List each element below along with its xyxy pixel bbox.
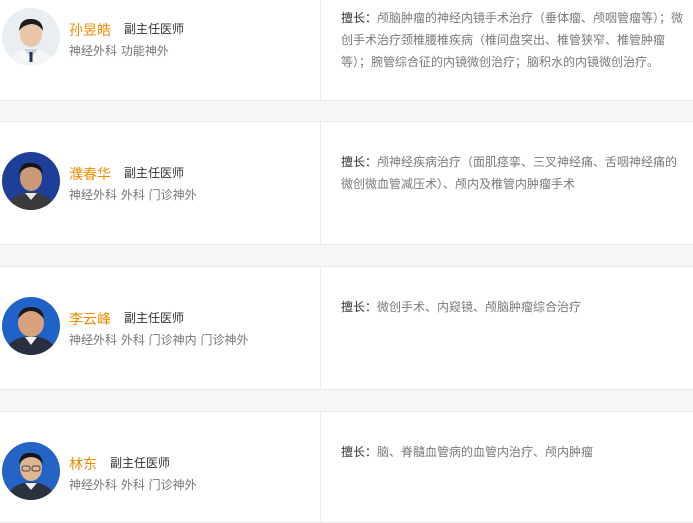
doctor-photo-icon — [2, 442, 60, 500]
doctor-title: 副主任医师 — [124, 22, 185, 36]
doctor-departments: 神经外科 外科 门诊神外 — [69, 188, 197, 202]
specialty-text: 颅神经疾病治疗（面肌痉挛、三叉神经痛、舌咽神经痛的微创微血管减压术）、颅内及椎管… — [341, 155, 678, 191]
doctor-name[interactable]: 孙昱皓 — [69, 20, 111, 40]
doctor-avatar[interactable] — [2, 8, 60, 66]
doctor-name[interactable]: 林东 — [69, 454, 97, 474]
doctor-specialty: 擅长：微创手术、内窥镜、颅脑肿瘤综合治疗 — [341, 296, 686, 318]
doctor-photo-icon — [2, 152, 60, 210]
doctor-card[interactable]: 孙昱皓 副主任医师 神经外科 功能神外 擅长：颅脑肿瘤的神经内镜手术治疗（垂体瘤… — [0, 0, 693, 101]
doctor-card[interactable]: 濮春华 副主任医师 神经外科 外科 门诊神外 擅长：颅神经疾病治疗（面肌痉挛、三… — [0, 121, 693, 245]
card-divider — [320, 0, 321, 100]
doctor-avatar[interactable] — [2, 297, 60, 355]
doctor-title: 副主任医师 — [124, 166, 185, 180]
specialty-text: 颅脑肿瘤的神经内镜手术治疗（垂体瘤、颅咽管瘤等）；微创手术治疗颈椎腰椎疾病（椎间… — [341, 11, 684, 69]
doctor-specialty: 擅长：颅神经疾病治疗（面肌痉挛、三叉神经痛、舌咽神经痛的微创微血管减压术）、颅内… — [341, 151, 686, 195]
doctor-name[interactable]: 李云峰 — [69, 309, 111, 329]
doctor-departments: 神经外科 外科 门诊神外 — [69, 478, 197, 492]
doctor-departments: 神经外科 功能神外 — [69, 44, 169, 58]
specialty-text: 微创手术、内窥镜、颅脑肿瘤综合治疗 — [377, 300, 582, 314]
doctor-title: 副主任医师 — [110, 456, 171, 470]
specialty-label: 擅长： — [341, 445, 378, 459]
specialty-text: 脑、脊髓血管病的血管内治疗、颅内肿瘤 — [377, 445, 594, 459]
doctor-card[interactable]: 李云峰 副主任医师 神经外科 外科 门诊神内 门诊神外 擅长：微创手术、内窥镜、… — [0, 266, 693, 390]
doctor-departments: 神经外科 外科 门诊神内 门诊神外 — [69, 333, 249, 347]
specialty-label: 擅长： — [341, 155, 378, 169]
doctor-specialty: 擅长：脑、脊髓血管病的血管内治疗、颅内肿瘤 — [341, 441, 686, 463]
card-divider — [320, 412, 321, 522]
specialty-label: 擅长： — [341, 11, 378, 25]
doctor-title: 副主任医师 — [124, 311, 185, 325]
card-divider — [320, 122, 321, 244]
doctor-photo-icon — [2, 297, 60, 355]
doctor-name[interactable]: 濮春华 — [69, 164, 111, 184]
specialty-label: 擅长： — [341, 300, 378, 314]
card-divider — [320, 267, 321, 389]
doctor-avatar[interactable] — [2, 442, 60, 500]
doctor-specialty: 擅长：颅脑肿瘤的神经内镜手术治疗（垂体瘤、颅咽管瘤等）；微创手术治疗颈椎腰椎疾病… — [341, 7, 686, 73]
doctor-card[interactable]: 林东 副主任医师 神经外科 外科 门诊神外 擅长：脑、脊髓血管病的血管内治疗、颅… — [0, 411, 693, 523]
doctor-avatar[interactable] — [2, 152, 60, 210]
doctor-photo-icon — [2, 8, 60, 66]
